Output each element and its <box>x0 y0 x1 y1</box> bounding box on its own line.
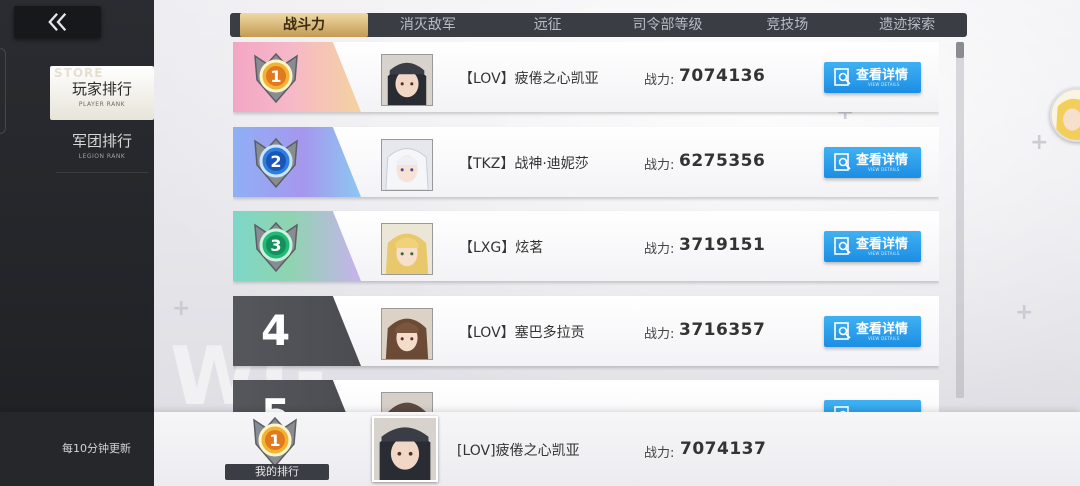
view-details-button[interactable]: 查看详情 VIEW DETAILS <box>824 62 921 93</box>
player-name: 【TKZ】战神·迪妮莎 <box>459 156 589 172</box>
avatar <box>381 139 433 191</box>
sidebar-tab-sublabel: PLAYER RANK <box>78 101 126 108</box>
view-details-label: 查看详情 <box>856 322 909 337</box>
tab-enemies-destroyed[interactable]: 消灭敌军 <box>368 13 488 37</box>
svg-text:1: 1 <box>269 431 280 450</box>
avatar <box>381 392 433 412</box>
scrollbar-track[interactable] <box>956 42 964 398</box>
view-details-button[interactable]: 查看详情 VIEW DETAILS <box>824 231 921 262</box>
avatar <box>381 54 433 106</box>
avatar <box>381 223 433 275</box>
sidebar-divider <box>56 172 148 173</box>
power-label: 战力: <box>644 158 675 173</box>
ranking-row: 3 【LXG】炫茗 战力: 3719151 查看详情 VIEW DETAILS <box>233 211 939 281</box>
rank-number: 5 <box>261 390 290 412</box>
view-details-button[interactable]: 查看详情 VIEW DETAILS <box>824 147 921 178</box>
magnifier-document-icon <box>834 322 851 340</box>
svg-text:2: 2 <box>270 152 281 171</box>
view-details-label: 查看详情 <box>856 68 909 83</box>
view-details-button[interactable] <box>824 400 921 412</box>
power-value: 6275356 <box>679 151 766 171</box>
power-value: 7074136 <box>679 66 766 86</box>
magnifier-document-icon <box>834 406 849 412</box>
rank-number: 4 <box>261 306 291 355</box>
view-details-sublabel: VIEW DETAILS <box>868 82 900 87</box>
power-label: 战力: <box>644 327 675 342</box>
magnifier-document-icon <box>834 68 851 86</box>
assistant-portrait-icon <box>1052 90 1080 140</box>
ranking-row: 5 <box>233 380 939 412</box>
my-rank-label: 我的排行 <box>225 464 329 480</box>
rank-banner <box>233 380 361 412</box>
sidebar-tab-label: 军团排行 <box>71 132 132 150</box>
my-power-value: 7074137 <box>680 439 767 459</box>
tab-combat-power[interactable]: 战斗力 <box>240 13 368 37</box>
brown-hair-portrait-icon <box>382 309 432 359</box>
gold-medal-icon: 1 <box>253 416 297 468</box>
player-name: 【LXG】炫茗 <box>459 240 544 256</box>
power-value: 3716357 <box>679 320 766 340</box>
view-details-label: 查看详情 <box>856 153 909 168</box>
plus-decoration: + <box>172 296 191 321</box>
view-details-sublabel: VIEW DETAILS <box>868 167 900 172</box>
avatar <box>381 308 433 360</box>
ranking-row: 1 【LOV】疲倦之心凯亚 战力: 7074136 查看详情 VIEW DETA… <box>233 42 939 112</box>
my-rank-bar: 每10分钟更新 1 我的排行 [LOV]疲倦之心凯亚 战力: 7074137 <box>0 412 1080 486</box>
my-avatar <box>372 416 438 482</box>
gold-medal-icon: 1 <box>254 52 298 104</box>
sidebar-tab-sublabel: LEGION RANK <box>78 153 126 160</box>
rank-banner <box>233 296 361 366</box>
tab-expedition[interactable]: 远征 <box>488 13 608 37</box>
svg-text:3: 3 <box>270 236 281 255</box>
magnifier-document-icon <box>834 153 851 171</box>
sidebar-tab-player-rank[interactable]: STORE 玩家排行 PLAYER RANK <box>50 66 154 120</box>
power-label: 战力: <box>644 73 675 88</box>
magnifier-document-icon <box>834 237 851 255</box>
blue-medal-icon: 2 <box>254 137 298 189</box>
power-label: 战力: <box>644 242 675 257</box>
ranking-list[interactable]: 1 【LOV】疲倦之心凯亚 战力: 7074136 查看详情 VIEW DETA… <box>233 42 939 412</box>
tab-arena[interactable]: 竞技场 <box>727 13 847 37</box>
dark-hair-cap-portrait-icon <box>374 418 436 480</box>
tab-ghost-text: STORE <box>54 66 104 80</box>
tab-hq-level[interactable]: 司令部等级 <box>608 13 728 37</box>
svg-text:1: 1 <box>270 67 281 86</box>
back-button[interactable] <box>14 6 101 38</box>
view-details-sublabel: VIEW DETAILS <box>868 336 900 341</box>
sidebar-tab-legion-rank[interactable]: 军团排行 LEGION RANK <box>50 118 154 172</box>
player-name: 【LOV】塞巴多拉贡 <box>459 325 585 341</box>
sidebar-tab-label: 玩家排行 <box>71 80 132 98</box>
view-details-label: 查看详情 <box>856 237 909 252</box>
tab-ruins-exploration[interactable]: 遗迹探索 <box>847 13 967 37</box>
view-details-sublabel: VIEW DETAILS <box>868 251 900 256</box>
ranking-row: 2 【TKZ】战神·迪妮莎 战力: 6275356 查看详情 VIEW DETA… <box>233 127 939 197</box>
double-chevron-left-icon <box>47 12 66 32</box>
ranking-row: 4 【LOV】塞巴多拉贡 战力: 3716357 查看详情 VIEW DETAI… <box>233 296 939 366</box>
my-power-label: 战力: <box>644 446 675 461</box>
plus-decoration: + <box>1015 300 1034 325</box>
partial-portrait-icon <box>382 393 432 412</box>
category-tabs: 战斗力 消灭敌军 远征 司令部等级 竞技场 遗迹探索 <box>230 13 967 37</box>
white-hair-portrait-icon <box>382 140 432 190</box>
dark-hair-cap-portrait-icon <box>382 55 432 105</box>
green-medal-icon: 3 <box>254 221 298 273</box>
power-value: 3719151 <box>679 235 766 255</box>
my-player-name: [LOV]疲倦之心凯亚 <box>457 443 580 459</box>
update-panel: 每10分钟更新 <box>0 412 154 486</box>
plus-decoration: + <box>1030 130 1049 155</box>
blonde-hair-portrait-icon <box>382 224 432 274</box>
view-details-button[interactable]: 查看详情 VIEW DETAILS <box>824 316 921 347</box>
sidebar-accent <box>0 48 6 134</box>
scrollbar-thumb[interactable] <box>956 42 964 58</box>
update-frequency-note: 每10分钟更新 <box>62 442 131 455</box>
player-name: 【LOV】疲倦之心凯亚 <box>459 71 599 87</box>
